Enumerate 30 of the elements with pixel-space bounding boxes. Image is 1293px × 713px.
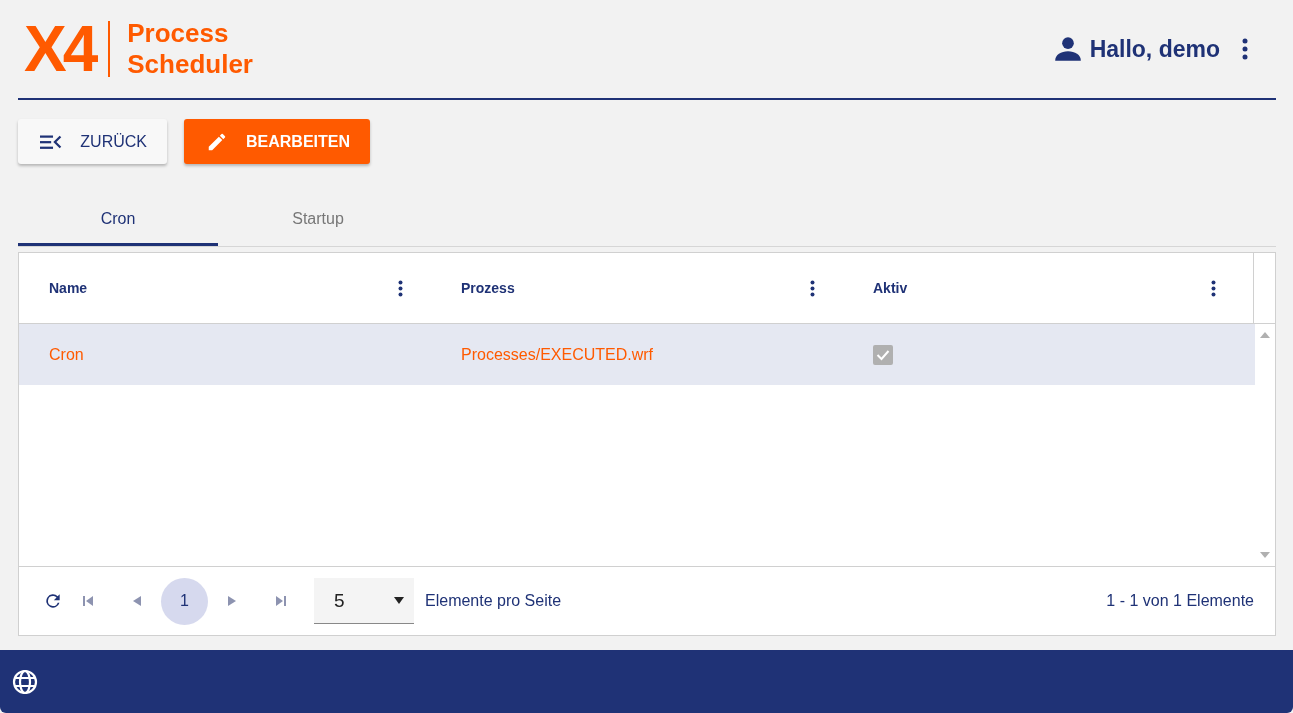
column-header[interactable]: Name (49, 280, 88, 296)
refresh-icon[interactable] (43, 591, 63, 611)
logo-mark: X4 (24, 17, 95, 81)
pager-summary: 1 - 1 von 1 Elemente (1106, 592, 1254, 610)
previous-page-icon[interactable] (133, 596, 141, 606)
scroll-down-icon[interactable] (1260, 552, 1270, 558)
last-page-icon[interactable] (276, 596, 286, 606)
scroll-up-icon[interactable] (1260, 332, 1270, 338)
tab[interactable]: Startup (218, 194, 418, 246)
user-greeting: Hallo, demo (1089, 35, 1220, 63)
page-size-label: Elemente pro Seite (425, 592, 562, 610)
table-cell: Processes/EXECUTED.wrf (461, 345, 654, 363)
page-size-dropdown[interactable]: 5 (314, 578, 414, 624)
menu-collapse-icon (40, 132, 63, 151)
dropdown-caret-icon (394, 597, 404, 604)
column-menu-icon[interactable] (398, 279, 403, 297)
globe-icon[interactable] (12, 668, 38, 695)
first-page-icon[interactable] (83, 596, 93, 606)
table-cell: Cron (49, 345, 84, 363)
tab[interactable]: Cron (18, 194, 218, 246)
next-page-icon[interactable] (228, 596, 236, 606)
more-menu-icon[interactable] (1242, 38, 1248, 60)
user-icon (1053, 35, 1082, 63)
column-menu-icon[interactable] (1211, 279, 1216, 297)
app-title: Process Scheduler (127, 18, 253, 80)
page-number-button[interactable]: 1 (161, 577, 208, 625)
column-menu-icon[interactable] (810, 279, 815, 297)
column-header[interactable]: Prozess (461, 280, 515, 296)
column-header[interactable]: Aktiv (873, 280, 908, 296)
back-button[interactable]: ZURÜCK (18, 119, 167, 164)
